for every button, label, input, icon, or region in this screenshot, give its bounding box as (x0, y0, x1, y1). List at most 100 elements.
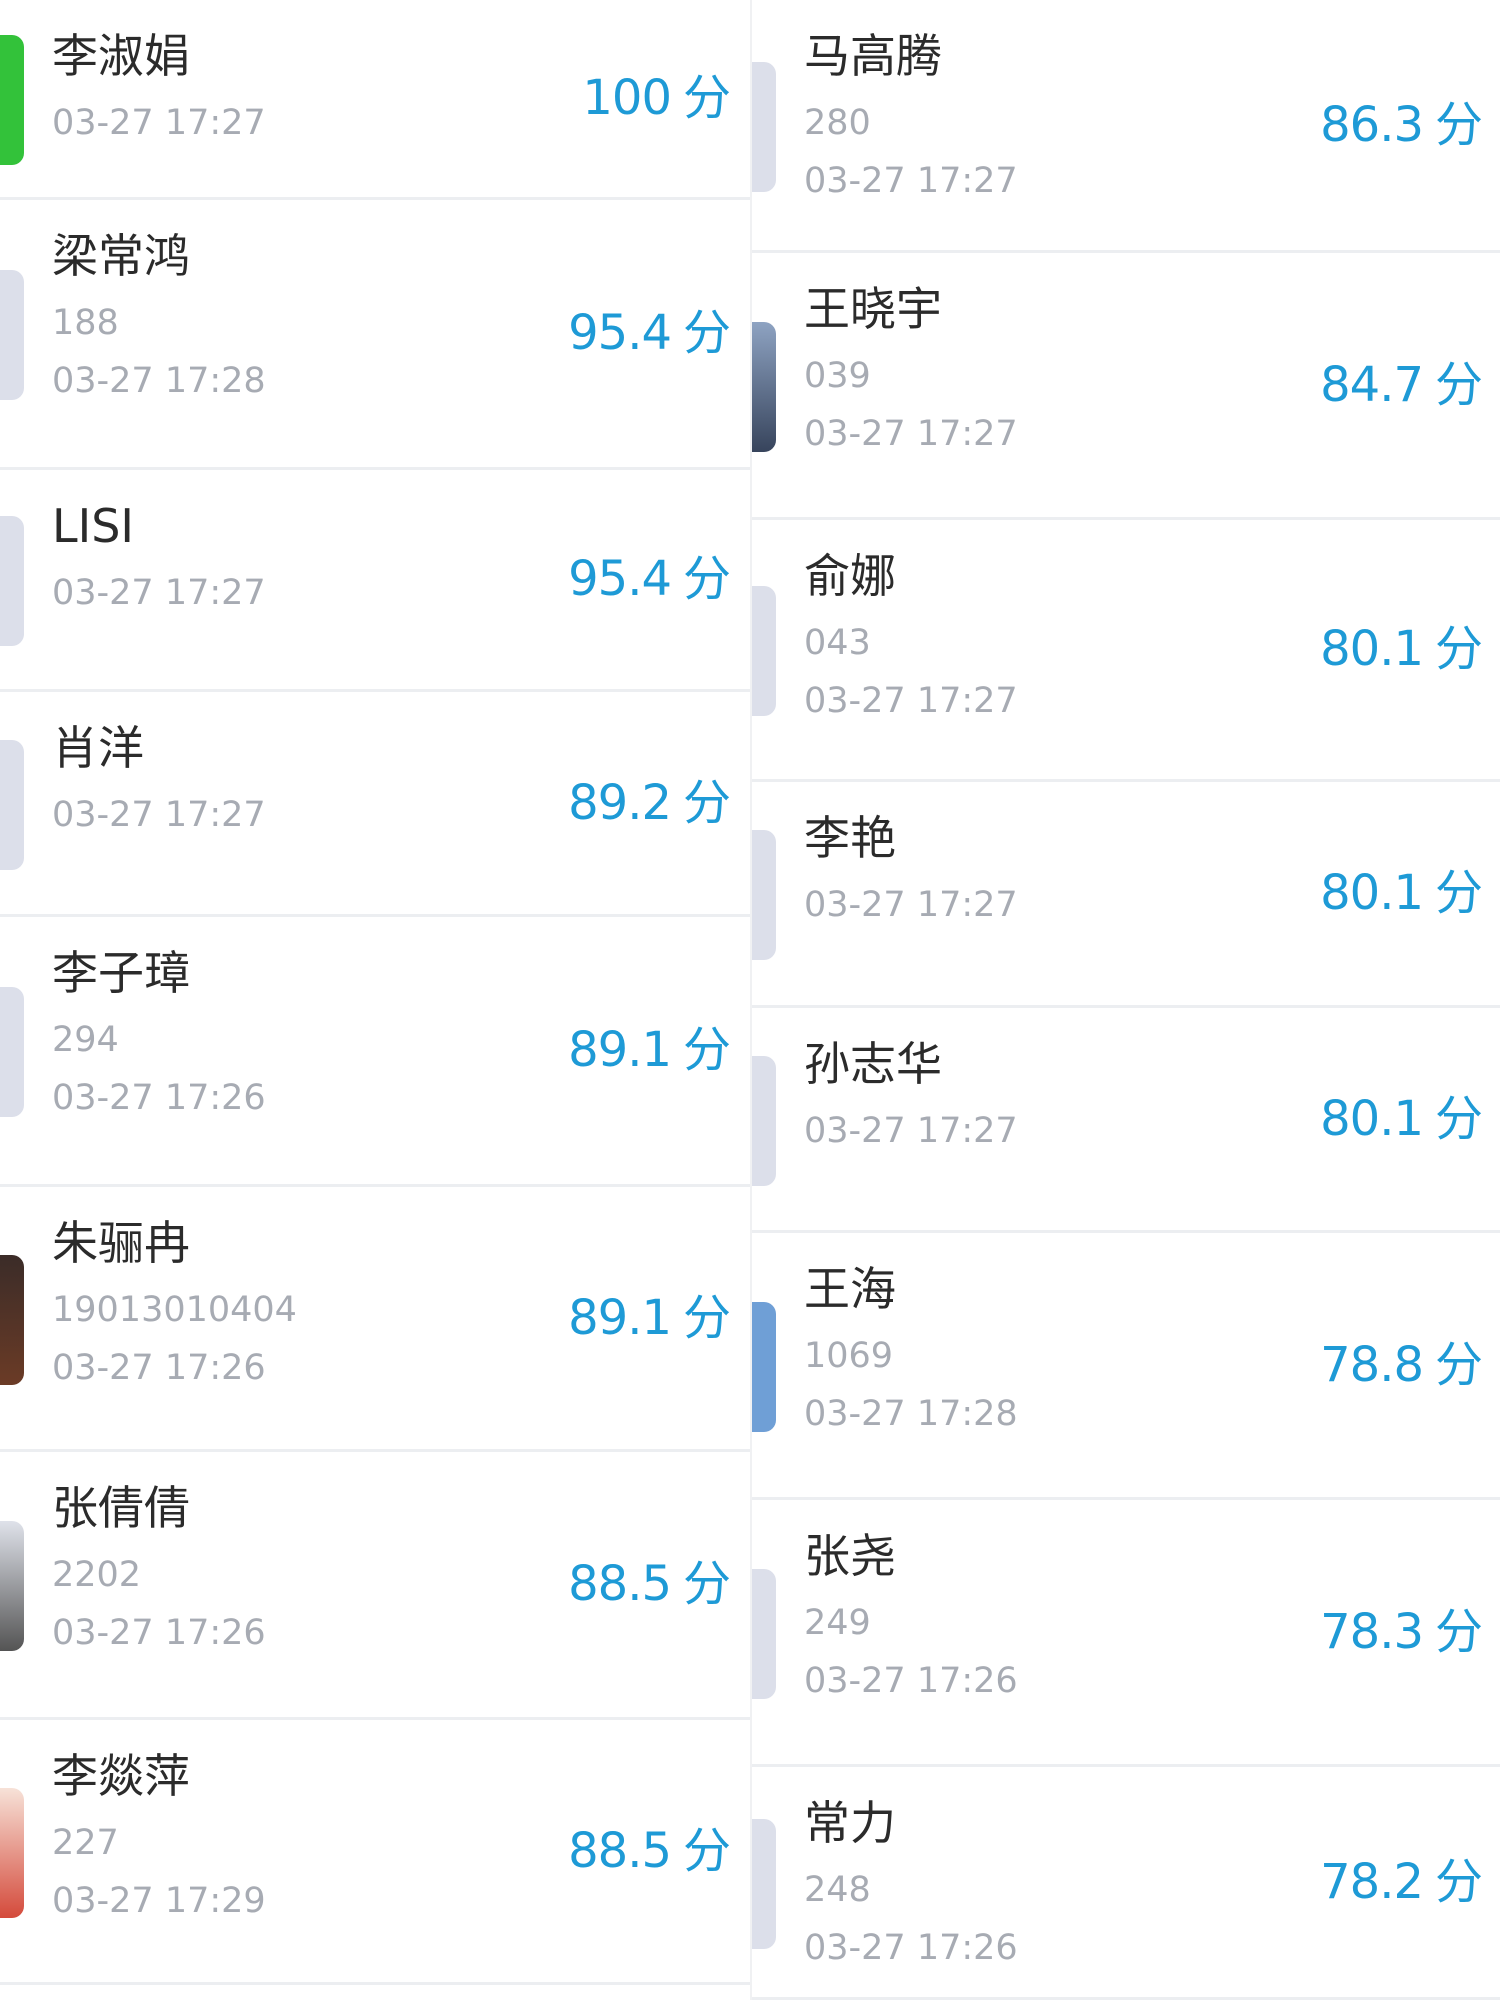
avatar-icon (0, 1255, 24, 1385)
submit-time: 03-27 17:28 (804, 1394, 1018, 1434)
score-unit: 分 (682, 305, 731, 361)
entry-text: 张倩倩 2202 03-27 17:26 (52, 1470, 266, 1662)
list-item[interactable]: LISI 03-27 17:27 95.4 分 (0, 470, 750, 692)
score-value: 86.3 分 (1320, 85, 1483, 155)
avatar-icon (0, 516, 24, 646)
list-item[interactable]: 肖洋 03-27 17:27 89.2 分 (0, 692, 750, 917)
list-item[interactable]: 张倩倩 2202 03-27 17:26 88.5 分 (0, 1452, 750, 1720)
score-value: 89.1 分 (568, 1010, 731, 1080)
score-number: 89.2 (568, 775, 672, 831)
entry-text: 俞娜 043 03-27 17:27 (804, 538, 1018, 730)
submit-time: 03-27 17:27 (52, 573, 266, 613)
score-value: 89.2 分 (568, 763, 731, 833)
list-item[interactable]: 李淑娟 03-27 17:27 100 分 (0, 0, 750, 200)
list-item[interactable]: 李燚萍 227 03-27 17:29 88.5 分 (0, 1720, 750, 1985)
student-name: 王海 (804, 1262, 896, 1316)
submit-time: 03-27 17:26 (804, 1928, 1018, 1968)
avatar-icon (752, 1056, 776, 1186)
submit-time: 03-27 17:27 (52, 795, 266, 835)
score-number: 100 (582, 70, 672, 126)
submit-time: 03-27 17:29 (52, 1881, 266, 1921)
score-unit: 分 (682, 1290, 731, 1346)
score-number: 78.2 (1320, 1854, 1424, 1910)
student-name: 朱骊冉 (52, 1216, 190, 1270)
entry-text: 梁常鸿 188 03-27 17:28 (52, 218, 266, 410)
score-number: 88.5 (568, 1823, 672, 1879)
score-unit: 分 (1434, 865, 1483, 921)
student-id: 039 (804, 356, 871, 396)
score-value: 80.1 分 (1320, 853, 1483, 923)
student-name: 肖洋 (52, 721, 144, 775)
list-item[interactable]: 李艳 03-27 17:27 80.1 分 (752, 782, 1500, 1008)
student-name: 俞娜 (804, 549, 896, 603)
score-value: 78.8 分 (1320, 1325, 1483, 1395)
list-item[interactable]: 孙志华 03-27 17:27 80.1 分 (752, 1008, 1500, 1233)
right-score-list: 马高腾 280 03-27 17:27 86.3 分王晓宇 039 03-27 17:27 8… (750, 0, 1500, 2000)
student-name: 常力 (804, 1796, 896, 1850)
submit-time: 03-27 17:27 (804, 681, 1018, 721)
student-name: 孙志华 (804, 1037, 942, 1091)
score-value: 84.7 分 (1320, 345, 1483, 415)
list-item[interactable]: 王海 1069 03-27 17:28 78.8 分 (752, 1233, 1500, 1500)
score-number: 78.8 (1320, 1337, 1424, 1393)
avatar-icon (0, 1521, 24, 1651)
student-id: 1069 (804, 1336, 894, 1376)
avatar-icon (0, 35, 24, 165)
score-unit: 分 (1434, 357, 1483, 413)
avatar-icon (0, 987, 24, 1117)
submit-time: 03-27 17:26 (52, 1613, 266, 1653)
score-unit: 分 (682, 1022, 731, 1078)
submit-time: 03-27 17:27 (804, 885, 1018, 925)
submit-time: 03-27 17:27 (804, 161, 1018, 201)
score-number: 80.1 (1320, 1091, 1424, 1147)
score-value: 95.4 分 (568, 293, 731, 363)
score-number: 86.3 (1320, 97, 1424, 153)
student-id: 248 (804, 1870, 871, 1910)
list-item[interactable]: 常力 248 03-27 17:26 78.2 分 (752, 1767, 1500, 2000)
list-item[interactable]: 马高腾 280 03-27 17:27 86.3 分 (752, 0, 1500, 253)
student-name: 梁常鸿 (52, 229, 190, 283)
list-item[interactable]: 俞娜 043 03-27 17:27 80.1 分 (752, 520, 1500, 782)
entry-text: 李淑娟 03-27 17:27 (52, 18, 266, 152)
score-unit: 分 (1434, 1337, 1483, 1393)
score-unit: 分 (1434, 621, 1483, 677)
list-item[interactable]: 朱骊冉 19013010404 03-27 17:26 89.1 分 (0, 1187, 750, 1452)
student-name: 李子璋 (52, 946, 190, 1000)
entry-text: 李燚萍 227 03-27 17:29 (52, 1738, 266, 1930)
entry-text: 李艳 03-27 17:27 (804, 800, 1018, 934)
avatar-icon (752, 1302, 776, 1432)
score-value: 80.1 分 (1320, 609, 1483, 679)
list-item[interactable]: 王晓宇 039 03-27 17:27 84.7 分 (752, 253, 1500, 520)
score-number: 89.1 (568, 1022, 672, 1078)
entry-text: 张尧 249 03-27 17:26 (804, 1518, 1018, 1710)
left-score-list: 李淑娟 03-27 17:27 100 分梁常鸿 188 03-27 17:28 95.4 分… (0, 0, 750, 2000)
list-item[interactable]: 梁常鸿 188 03-27 17:28 95.4 分 (0, 200, 750, 470)
score-unit: 分 (682, 775, 731, 831)
score-unit: 分 (682, 1823, 731, 1879)
avatar-icon (752, 1819, 776, 1949)
student-name: 李艳 (804, 811, 896, 865)
score-number: 84.7 (1320, 357, 1424, 413)
avatar-icon (752, 62, 776, 192)
score-unit: 分 (682, 70, 731, 126)
avatar-icon (752, 1569, 776, 1699)
student-id: 2202 (52, 1555, 142, 1595)
score-unit: 分 (682, 1556, 731, 1612)
student-id: 294 (52, 1020, 119, 1060)
list-item[interactable]: 李子璋 294 03-27 17:26 89.1 分 (0, 917, 750, 1187)
student-name: 张倩倩 (52, 1481, 190, 1535)
avatar-icon (752, 322, 776, 452)
student-id: 043 (804, 623, 871, 663)
avatar-icon (0, 740, 24, 870)
avatar-icon (0, 270, 24, 400)
submit-time: 03-27 17:26 (804, 1661, 1018, 1701)
score-value: 89.1 分 (568, 1278, 731, 1348)
list-item[interactable]: 张尧 249 03-27 17:26 78.3 分 (752, 1500, 1500, 1767)
student-id: 188 (52, 303, 119, 343)
score-number: 95.4 (568, 551, 672, 607)
score-number: 88.5 (568, 1556, 672, 1612)
submit-time: 03-27 17:27 (52, 103, 266, 143)
submit-time: 03-27 17:26 (52, 1078, 266, 1118)
entry-text: 孙志华 03-27 17:27 (804, 1026, 1018, 1160)
submit-time: 03-27 17:27 (804, 1111, 1018, 1151)
